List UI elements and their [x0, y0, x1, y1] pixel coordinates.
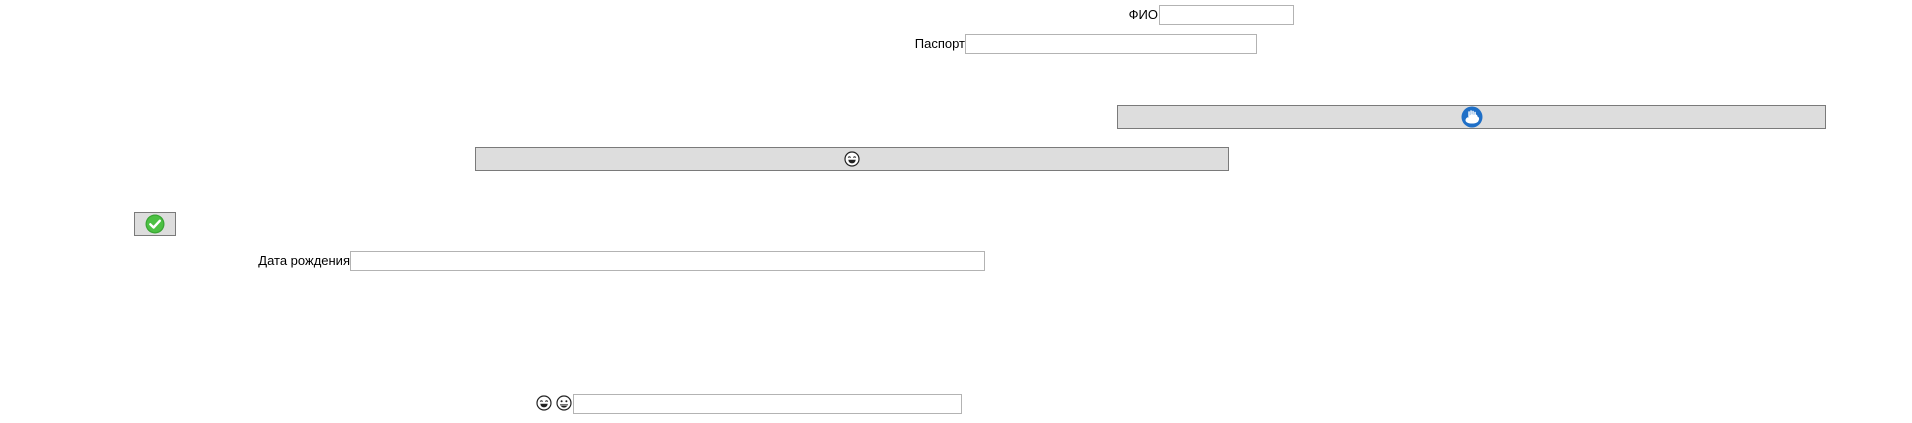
laughing-face-icon	[536, 395, 552, 411]
cloud-hand-icon	[1461, 106, 1483, 128]
check-circle-icon	[145, 214, 165, 234]
bottom-input[interactable]	[573, 394, 962, 414]
fio-input[interactable]	[1159, 5, 1294, 25]
grinning-face-icon	[556, 395, 572, 411]
fio-label: ФИО	[1128, 7, 1158, 22]
confirm-button[interactable]	[134, 212, 176, 236]
laughing-face-icon	[844, 151, 860, 167]
smiley-action-button[interactable]	[475, 147, 1229, 171]
birth-date-label: Дата рождения	[258, 253, 350, 268]
passport-label: Паспорт	[914, 36, 965, 51]
birth-date-input[interactable]	[350, 251, 985, 271]
cloud-action-button[interactable]	[1117, 105, 1826, 129]
passport-input[interactable]	[965, 34, 1257, 54]
